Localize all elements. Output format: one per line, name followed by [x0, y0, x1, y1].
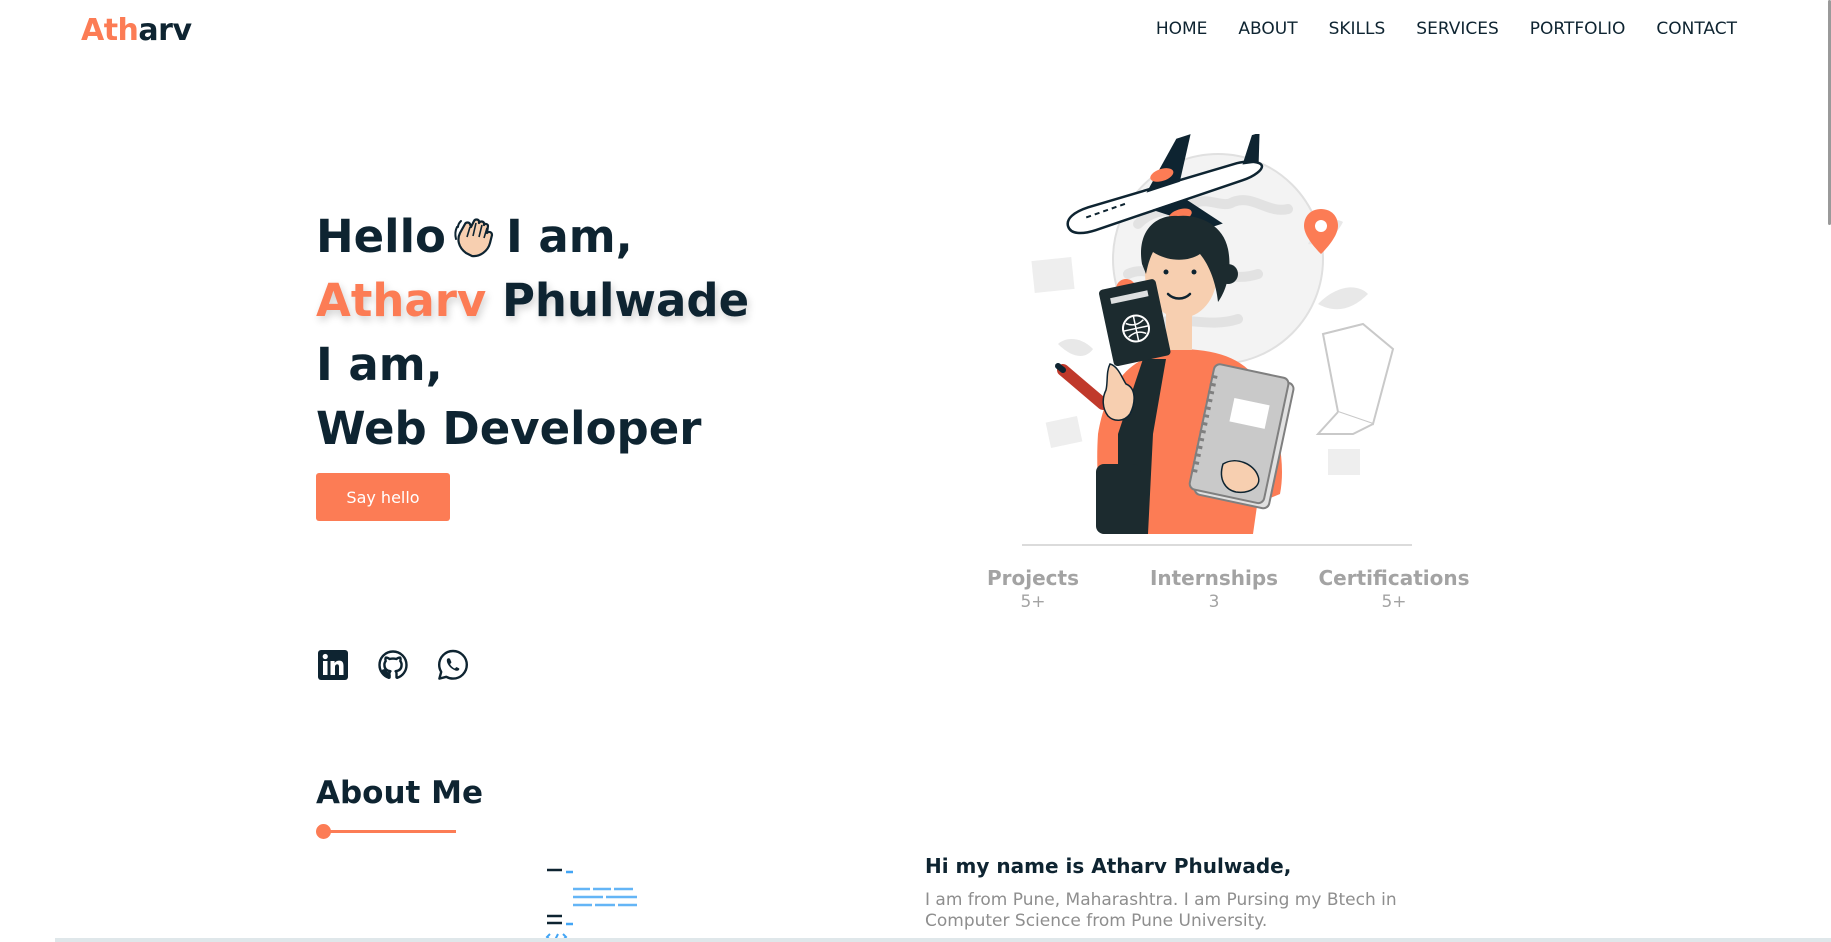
- nav-portfolio[interactable]: PORTFOLIO: [1530, 19, 1626, 39]
- stat-internships: Internships 3: [1150, 566, 1278, 612]
- code-illustration: [545, 864, 660, 942]
- hero-line-i-am: I am,: [316, 338, 443, 391]
- stat-value: 3: [1208, 592, 1220, 612]
- main-nav: HOME ABOUT SKILLS SERVICES PORTFOLIO CON…: [1156, 19, 1737, 39]
- nav-about[interactable]: ABOUT: [1238, 19, 1297, 39]
- linkedin-icon[interactable]: [316, 648, 350, 682]
- brand-logo-part2: arv: [138, 13, 192, 48]
- hero-role: Web Developer: [316, 402, 702, 455]
- nav-home[interactable]: HOME: [1156, 19, 1208, 39]
- underline-bar: [322, 830, 456, 833]
- stat-projects: Projects 5+: [987, 566, 1079, 612]
- brand-logo-part1: Ath: [81, 13, 139, 48]
- hero-i-am: I am,: [505, 210, 633, 263]
- brand-logo[interactable]: Atharv: [81, 13, 192, 48]
- github-icon[interactable]: [376, 648, 410, 682]
- nav-contact[interactable]: CONTACT: [1656, 19, 1737, 39]
- nav-services[interactable]: SERVICES: [1416, 19, 1498, 39]
- traveler-illustration: [1018, 132, 1418, 546]
- stats: Projects 5+ Internships 3 Certifications…: [960, 566, 1500, 626]
- say-hello-button[interactable]: Say hello: [316, 473, 450, 521]
- hero-hello: Hello: [316, 210, 446, 263]
- bottom-border: [55, 938, 1831, 942]
- stat-label: Projects: [986, 566, 1080, 590]
- underline-dot: [316, 824, 331, 839]
- waving-hand-icon: [452, 213, 500, 261]
- portfolio-page: Atharv HOME ABOUT SKILLS SERVICES PORTFO…: [0, 0, 1831, 942]
- whatsapp-icon[interactable]: [436, 648, 470, 682]
- stat-certifications: Certifications 5+: [1319, 566, 1470, 612]
- about-title-underline: [316, 823, 456, 839]
- hero-first-name: Atharv: [316, 274, 487, 327]
- about-title: About Me: [316, 775, 484, 811]
- social-links: [316, 648, 470, 682]
- nav-skills[interactable]: SKILLS: [1329, 19, 1386, 39]
- hero-line-name: Atharv Phulwade: [316, 269, 749, 333]
- about-description: I am from Pune, Maharashtra. I am Pursin…: [925, 890, 1397, 931]
- stat-label: Certifications: [1318, 566, 1470, 590]
- stat-value: 5+: [1020, 592, 1046, 612]
- hero-last-name: Phulwade: [501, 274, 750, 327]
- hero-text: Hello I am, Atharv Phulwade I am, Web De…: [316, 205, 749, 461]
- stat-label: Internships: [1149, 566, 1279, 590]
- about-greeting: Hi my name is Atharv Phulwade,: [925, 854, 1292, 878]
- stat-value: 5+: [1381, 592, 1407, 612]
- hero-line-hello: Hello I am,: [316, 205, 749, 269]
